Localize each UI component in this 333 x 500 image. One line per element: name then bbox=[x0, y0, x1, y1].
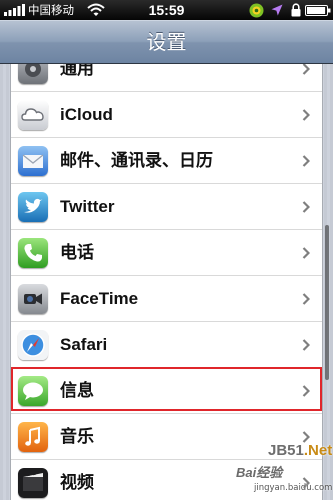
settings-item-label: 邮件、通讯录、日历 bbox=[60, 151, 213, 170]
settings-item-label: 视频 bbox=[60, 473, 94, 492]
scroll-indicator[interactable] bbox=[325, 225, 329, 380]
chevron-right-icon bbox=[302, 201, 310, 213]
location-arrow-icon bbox=[271, 4, 283, 16]
phone-icon bbox=[18, 238, 48, 268]
settings-item-safari[interactable]: Safari bbox=[11, 322, 322, 368]
settings-group: 通用 iCloud 邮件、通讯录、日历 Twitter 电话 FaceTime … bbox=[10, 64, 323, 500]
settings-item-facetime[interactable]: FaceTime bbox=[11, 276, 322, 322]
music-icon bbox=[18, 422, 48, 452]
watermark-site: JB51 bbox=[268, 442, 304, 459]
settings-list[interactable]: 通用 iCloud 邮件、通讯录、日历 Twitter 电话 FaceTime … bbox=[0, 64, 333, 500]
chevron-right-icon bbox=[302, 155, 310, 167]
videos-icon bbox=[18, 468, 48, 498]
chevron-right-icon bbox=[302, 339, 310, 351]
chevron-right-icon bbox=[302, 109, 310, 121]
settings-item-label: 通用 bbox=[60, 64, 94, 78]
page-title: 设置 bbox=[146, 30, 187, 54]
settings-item-label: FaceTime bbox=[60, 289, 139, 308]
chevron-right-icon bbox=[302, 293, 310, 305]
chevron-right-icon bbox=[302, 247, 310, 259]
safari-icon bbox=[18, 330, 48, 360]
watermark: JB51.Net Bai经验 jingyan.baidu.com bbox=[220, 440, 332, 498]
navigation-bar: 设置 bbox=[0, 20, 333, 64]
settings-item-label: iCloud bbox=[60, 105, 113, 124]
settings-item-twitter[interactable]: Twitter bbox=[11, 184, 322, 230]
highlight-annotation bbox=[11, 367, 322, 411]
settings-item-label: 音乐 bbox=[60, 427, 94, 446]
watermark-url: jingyan.baidu.com bbox=[254, 483, 333, 493]
settings-item-label: 电话 bbox=[60, 243, 94, 262]
settings-item-label: Safari bbox=[60, 335, 108, 354]
watermark-baidu-suffix: 经验 bbox=[256, 465, 283, 480]
mail-icon bbox=[18, 146, 48, 176]
watermark-tld: .Net bbox=[303, 442, 333, 459]
battery-icon bbox=[305, 5, 331, 16]
icloud-icon bbox=[18, 100, 48, 130]
watermark-jb51: JB51.Net bbox=[268, 442, 332, 459]
facetime-icon bbox=[18, 284, 48, 314]
clock: 15:59 bbox=[148, 2, 185, 18]
chevron-right-icon bbox=[302, 64, 310, 75]
twitter-icon bbox=[18, 192, 48, 222]
settings-item-general[interactable]: 通用 bbox=[11, 64, 322, 92]
watermark-baidu: Bai经验 bbox=[236, 462, 282, 481]
settings-item-icloud[interactable]: iCloud bbox=[11, 92, 322, 138]
settings-item-label: Twitter bbox=[60, 197, 115, 216]
rotation-lock-icon bbox=[291, 3, 301, 17]
status-bar: 中国移动 15:59 bbox=[0, 0, 333, 20]
settings-item-mail[interactable]: 邮件、通讯录、日历 bbox=[11, 138, 322, 184]
watermark-baidu-text: Bai bbox=[236, 465, 257, 480]
settings-item-phone[interactable]: 电话 bbox=[11, 230, 322, 276]
general-gear-icon bbox=[18, 64, 48, 84]
app-notification-icon bbox=[249, 3, 264, 18]
